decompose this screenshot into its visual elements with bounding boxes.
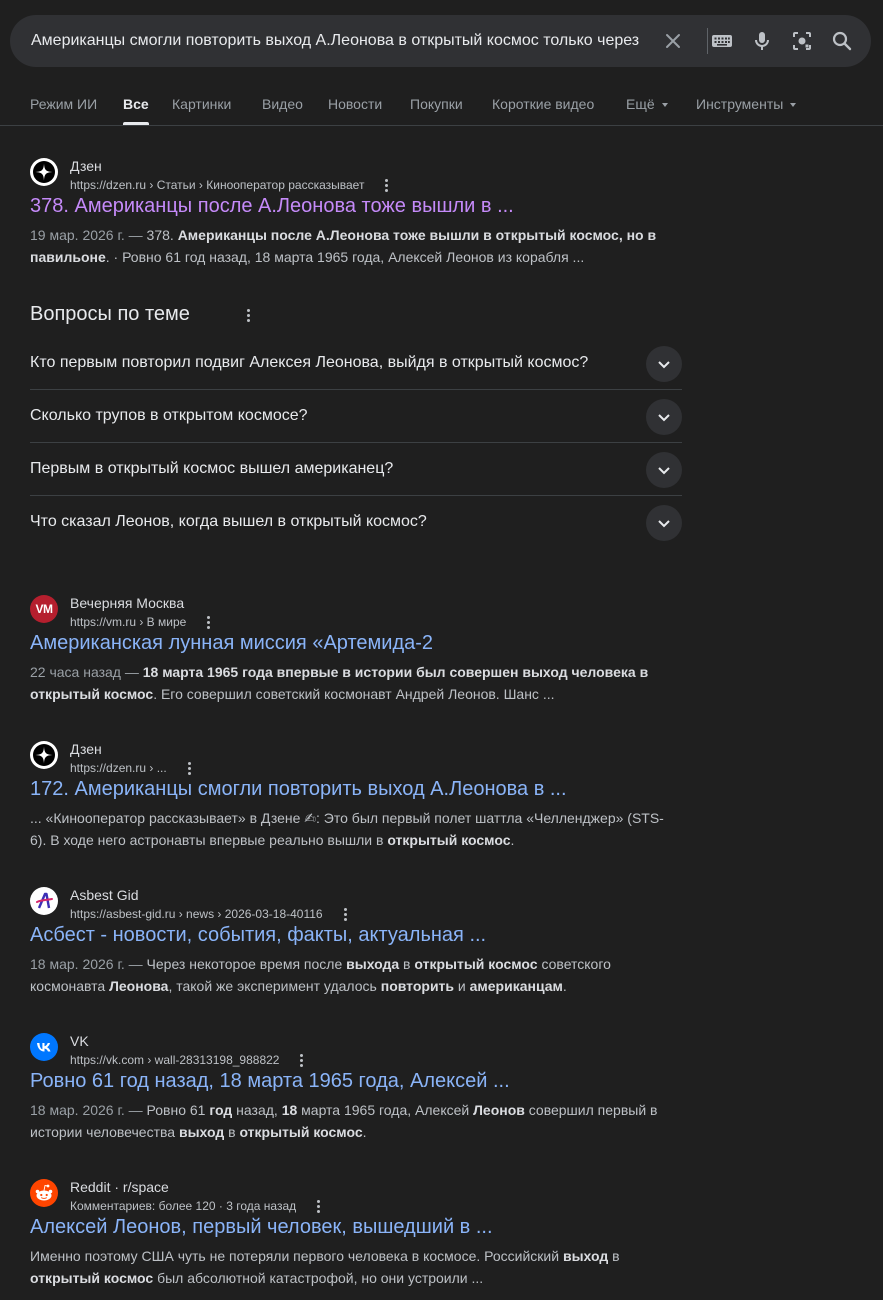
tab-tools-label: Инструменты xyxy=(696,96,784,112)
result-title-link[interactable]: Асбест - новости, события, факты, актуал… xyxy=(30,924,486,947)
chevron-down-icon xyxy=(790,103,797,108)
tab-images[interactable]: Картинки xyxy=(172,96,231,112)
paa-more-options-icon[interactable] xyxy=(240,307,256,323)
paa-question-row[interactable]: Что сказал Леонов, когда вышел в открыты… xyxy=(30,496,682,549)
microphone-icon[interactable] xyxy=(750,29,774,53)
chevron-down-icon xyxy=(661,103,668,108)
tab-ai-mode[interactable]: Режим ИИ xyxy=(30,96,97,112)
search-divider xyxy=(707,28,708,54)
chevron-down-icon[interactable] xyxy=(646,452,682,488)
tab-videos[interactable]: Видео xyxy=(262,96,303,112)
paa-question: Первым в открытый космос вышел американе… xyxy=(30,460,394,477)
result-title-link[interactable]: Алексей Леонов, первый человек, вышедший… xyxy=(30,1216,493,1239)
search-result: VK https://vk.com › wall-28313198_988822… xyxy=(30,1033,680,1153)
dzen-favicon-icon xyxy=(30,158,58,186)
result-snippet: 18 мар. 2026 г. — Ровно 61 год назад, 18… xyxy=(30,1102,658,1140)
site-url-row: https://dzen.ru › ... xyxy=(70,760,197,776)
more-options-icon[interactable] xyxy=(337,906,353,922)
dzen-favicon-icon xyxy=(30,741,58,769)
vm-favicon-icon: VM xyxy=(30,595,58,623)
result-title-link[interactable]: 172. Американцы смогли повторить выход А… xyxy=(30,778,567,801)
site-url-row: Комментариев: более 120 · 3 года назад xyxy=(70,1198,326,1214)
site-url-row: https://vk.com › wall-28313198_988822 xyxy=(70,1052,309,1068)
keyboard-icon[interactable] xyxy=(710,29,734,53)
site-name: Вечерняя Москва xyxy=(70,595,185,611)
search-tabs: Режим ИИ Все Картинки Видео Новости Поку… xyxy=(0,92,883,126)
tab-news[interactable]: Новости xyxy=(328,96,382,112)
camera-lens-icon[interactable] xyxy=(790,29,814,53)
tab-tools[interactable]: Инструменты xyxy=(696,96,797,112)
result-meta: Комментариев: более 120 · 3 года назад xyxy=(70,1199,297,1213)
reddit-favicon-icon xyxy=(30,1179,58,1207)
clear-icon[interactable] xyxy=(661,29,685,53)
result-title-link[interactable]: Американская лунная миссия «Артемида-2 xyxy=(30,632,433,655)
search-result: Reddit · r/space Комментариев: более 120… xyxy=(30,1179,680,1299)
result-snippet: Именно поэтому США чуть не потеряли перв… xyxy=(30,1248,620,1286)
site-name: VK xyxy=(70,1033,89,1049)
paa-question-row[interactable]: Кто первым повторил подвиг Алексея Леоно… xyxy=(30,337,682,390)
chevron-down-icon[interactable] xyxy=(646,346,682,382)
site-url[interactable]: https://dzen.ru › ... xyxy=(70,761,167,775)
more-options-icon[interactable] xyxy=(200,614,216,630)
result-title-link[interactable]: 378. Американцы после А.Леонова тоже выш… xyxy=(30,195,514,218)
search-result: VM Вечерняя Москва https://vm.ru › В мир… xyxy=(30,595,680,715)
site-url[interactable]: https://vm.ru › В мире xyxy=(70,615,186,629)
result-snippet: 18 мар. 2026 г. — Через некоторое время … xyxy=(30,956,611,994)
site-url[interactable]: https://vk.com › wall-28313198_988822 xyxy=(70,1053,279,1067)
chevron-down-icon[interactable] xyxy=(646,399,682,435)
chevron-down-icon[interactable] xyxy=(646,505,682,541)
tab-all[interactable]: Все xyxy=(123,96,149,112)
site-url[interactable]: https://dzen.ru › Статьи › Кинооператор … xyxy=(70,178,364,192)
site-url-row: https://vm.ru › В мире xyxy=(70,614,216,630)
search-result: Дзен https://dzen.ru › Статьи › Киноопер… xyxy=(30,158,680,278)
search-icon[interactable] xyxy=(830,29,854,53)
site-name: Дзен xyxy=(70,741,102,757)
paa-question-row[interactable]: Сколько трупов в открытом космосе? xyxy=(30,390,682,443)
site-url[interactable]: https://asbest-gid.ru › news › 2026-03-1… xyxy=(70,907,323,921)
site-url-row: https://asbest-gid.ru › news › 2026-03-1… xyxy=(70,906,353,922)
asbest-gid-favicon-icon xyxy=(30,887,58,915)
paa-question: Что сказал Леонов, когда вышел в открыты… xyxy=(30,513,427,530)
search-input[interactable]: Американцы смогли повторить выход А.Леон… xyxy=(31,15,651,67)
tab-more-label: Ещё xyxy=(626,96,655,112)
paa-heading: Вопросы по теме xyxy=(30,303,190,325)
site-url-row: https://dzen.ru › Статьи › Кинооператор … xyxy=(70,177,394,193)
tab-more[interactable]: Ещё xyxy=(626,96,668,112)
site-name: Дзен xyxy=(70,158,102,174)
result-snippet: 22 часа назад — 18 марта 1965 года вперв… xyxy=(30,664,649,702)
paa-question: Кто первым повторил подвиг Алексея Леоно… xyxy=(30,354,589,371)
site-name: Reddit · r/space xyxy=(70,1179,169,1195)
paa-question: Сколько трупов в открытом космосе? xyxy=(30,407,308,424)
vm-favicon-text: VM xyxy=(35,602,54,616)
more-options-icon[interactable] xyxy=(310,1198,326,1214)
search-result: Asbest Gid https://asbest-gid.ru › news … xyxy=(30,887,680,1007)
paa-question-row[interactable]: Первым в открытый космос вышел американе… xyxy=(30,443,682,496)
result-snippet: ... «Кинооператор рассказывает» в Дзене … xyxy=(30,810,664,848)
more-options-icon[interactable] xyxy=(378,177,394,193)
more-options-icon[interactable] xyxy=(181,760,197,776)
search-result: Дзен https://dzen.ru › ... 172. Американ… xyxy=(30,741,680,861)
vk-favicon-icon xyxy=(30,1033,58,1061)
result-title-link[interactable]: Ровно 61 год назад, 18 марта 1965 года, … xyxy=(30,1070,510,1093)
site-name: Asbest Gid xyxy=(70,887,139,903)
more-options-icon[interactable] xyxy=(293,1052,309,1068)
tab-short-videos[interactable]: Короткие видео xyxy=(492,96,594,112)
result-snippet: 19 мар. 2026 г. — 378. Американцы после … xyxy=(30,227,657,265)
search-bar[interactable]: Американцы смогли повторить выход А.Леон… xyxy=(10,15,871,67)
tab-shopping[interactable]: Покупки xyxy=(410,96,463,112)
active-tab-indicator xyxy=(123,122,149,125)
